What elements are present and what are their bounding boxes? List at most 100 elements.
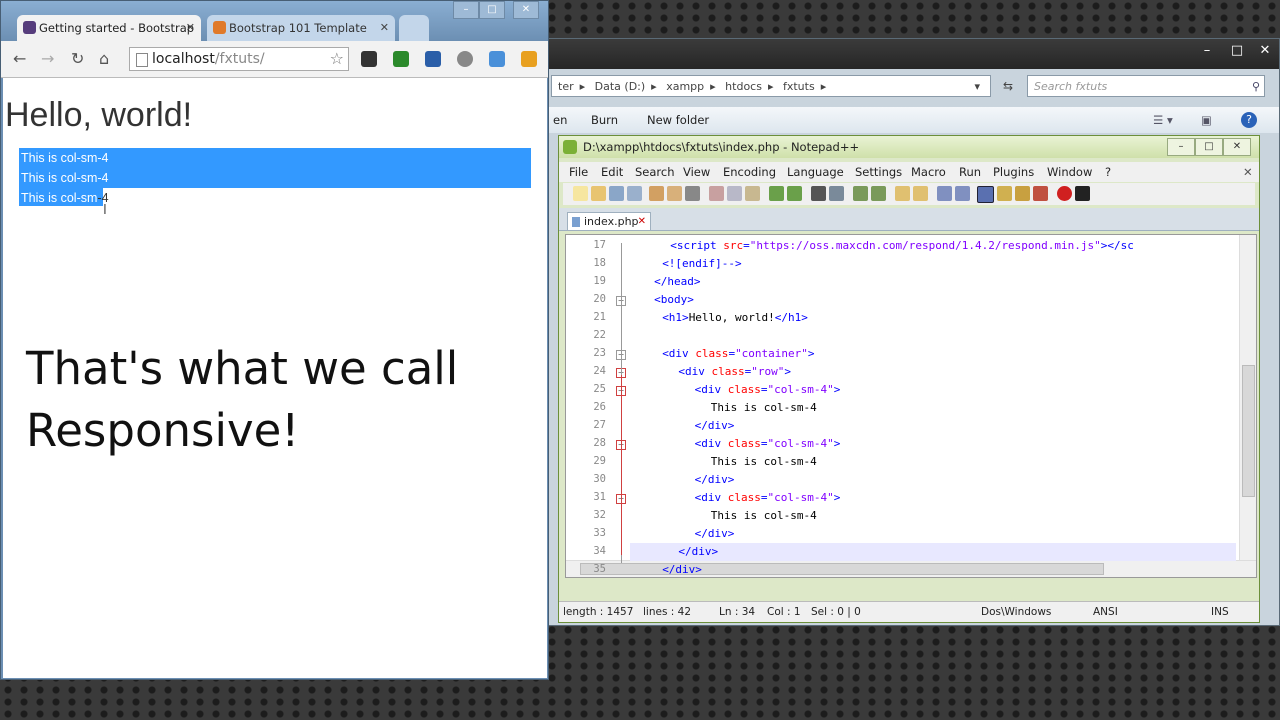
code-line: </div> <box>694 527 735 540</box>
command-item[interactable]: en <box>553 107 567 133</box>
notepadpp-icon <box>563 140 577 154</box>
toolbar <box>563 183 1255 205</box>
explorer-search-input[interactable]: Search fxtuts ⚲ <box>1027 75 1265 97</box>
new-file-icon[interactable] <box>573 186 588 201</box>
udl-icon[interactable] <box>997 186 1012 201</box>
preview-pane-icon[interactable]: ▣ <box>1201 107 1212 133</box>
refresh-icon[interactable]: ⇆ <box>997 75 1019 97</box>
vertical-scrollbar[interactable] <box>1239 235 1256 561</box>
star-icon[interactable]: ☆ <box>330 48 344 70</box>
maximize-icon[interactable]: □ <box>479 1 505 19</box>
menu-language[interactable]: Language <box>787 162 844 182</box>
tab-title: Bootstrap 101 Template <box>229 21 367 35</box>
replace-icon[interactable] <box>829 186 844 201</box>
extension-icon[interactable] <box>457 51 473 67</box>
open-file-icon[interactable] <box>591 186 606 201</box>
copy-icon[interactable] <box>727 186 742 201</box>
close-file-icon[interactable] <box>649 186 664 201</box>
menu-icon[interactable] <box>521 51 537 67</box>
save-all-icon[interactable] <box>627 186 642 201</box>
close-icon[interactable]: ✕ <box>1251 42 1279 60</box>
menu-window[interactable]: Window <box>1047 162 1092 182</box>
forward-icon[interactable]: → <box>41 49 54 68</box>
tab-getting-started[interactable]: Getting started - Bootstrap ✕ <box>17 15 201 41</box>
function-list-icon[interactable] <box>1033 186 1048 201</box>
line-number: 19 <box>593 275 606 287</box>
paste-icon[interactable] <box>745 186 760 201</box>
breadcrumb-item[interactable]: fxtuts <box>783 80 815 93</box>
word-wrap-icon[interactable] <box>937 186 952 201</box>
extension-icon[interactable] <box>361 51 377 67</box>
explorer-titlebar[interactable]: – □ ✕ <box>541 39 1279 69</box>
extension-icon[interactable] <box>393 51 409 67</box>
close-icon[interactable]: ✕ <box>1223 138 1251 156</box>
help-icon[interactable]: ? <box>1241 112 1257 128</box>
menu-edit[interactable]: Edit <box>601 162 623 182</box>
new-tab-button[interactable] <box>399 15 429 41</box>
minimize-icon[interactable]: – <box>453 1 479 19</box>
menu-macro[interactable]: Macro <box>911 162 946 182</box>
minimize-icon[interactable]: – <box>1167 138 1195 156</box>
download-icon[interactable] <box>425 51 441 67</box>
close-tab-icon[interactable]: ✕ <box>186 15 195 41</box>
cut-icon[interactable] <box>709 186 724 201</box>
close-document-icon[interactable]: ✕ <box>1243 162 1253 182</box>
menu-encoding[interactable]: Encoding <box>723 162 776 182</box>
doc-map-icon[interactable] <box>1015 186 1030 201</box>
search-placeholder: Search fxtuts <box>1034 80 1108 93</box>
tab-bootstrap-template[interactable]: Bootstrap 101 Template ✕ <box>207 15 395 41</box>
minimize-icon[interactable]: – <box>1193 42 1221 60</box>
print-icon[interactable] <box>685 186 700 201</box>
burn-button[interactable]: Burn <box>591 107 618 133</box>
show-all-icon[interactable] <box>955 186 970 201</box>
home-icon[interactable]: ⌂ <box>99 49 109 68</box>
back-icon[interactable]: ← <box>13 49 26 68</box>
file-icon <box>572 217 580 227</box>
extension-icon[interactable] <box>489 51 505 67</box>
close-icon[interactable]: ✕ <box>513 1 539 19</box>
undo-icon[interactable] <box>769 186 784 201</box>
tab-index-php[interactable]: index.php ✕ <box>567 212 651 230</box>
reload-icon[interactable]: ↻ <box>71 49 84 68</box>
menu-run[interactable]: Run <box>959 162 981 182</box>
breadcrumb-item[interactable]: Data (D:) <box>595 80 646 93</box>
save-icon[interactable] <box>609 186 624 201</box>
close-all-icon[interactable] <box>667 186 682 201</box>
menu-settings[interactable]: Settings <box>855 162 902 182</box>
search-icon[interactable]: ⚲ <box>1252 76 1260 98</box>
zoom-in-icon[interactable] <box>853 186 868 201</box>
menu-help[interactable]: ? <box>1105 162 1111 182</box>
notepadpp-titlebar[interactable]: D:\xampp\htdocs\fxtuts\index.php - Notep… <box>559 136 1259 158</box>
breadcrumb-item[interactable]: xampp <box>666 80 704 93</box>
sync-h-icon[interactable] <box>913 186 928 201</box>
notepadpp-window: D:\xampp\htdocs\fxtuts\index.php - Notep… <box>558 135 1260 623</box>
sync-v-icon[interactable] <box>895 186 910 201</box>
close-tab-icon[interactable]: ✕ <box>380 15 389 41</box>
menu-search[interactable]: Search <box>635 162 675 182</box>
explorer-address-bar[interactable]: ter ▸ Data (D:) ▸ xampp ▸ htdocs ▸ fxtuts ▸ ▾ <box>551 75 991 97</box>
stop-macro-icon[interactable] <box>1075 186 1090 201</box>
record-macro-icon[interactable] <box>1057 186 1072 201</box>
chevron-down-icon[interactable]: ▾ <box>974 76 980 98</box>
find-icon[interactable] <box>811 186 826 201</box>
breadcrumb-item[interactable]: ter <box>558 80 574 93</box>
menu-file[interactable]: File <box>569 162 588 182</box>
view-icon[interactable]: ☰ ▾ <box>1153 107 1173 133</box>
menu-view[interactable]: View <box>683 162 710 182</box>
redo-icon[interactable] <box>787 186 802 201</box>
tab-label: index.php <box>584 215 639 228</box>
menu-plugins[interactable]: Plugins <box>993 162 1034 182</box>
line-number: 33 <box>593 527 606 539</box>
column-text: This is col-sm-4 <box>21 171 109 185</box>
indent-guide-icon[interactable] <box>977 186 994 203</box>
maximize-icon[interactable]: □ <box>1223 42 1251 60</box>
breadcrumb-item[interactable]: htdocs <box>725 80 762 93</box>
address-bar[interactable]: localhost/fxtuts/ ☆ <box>129 47 349 71</box>
new-folder-button[interactable]: New folder <box>647 107 709 133</box>
line-number: 23 <box>593 347 606 359</box>
zoom-out-icon[interactable] <box>871 186 886 201</box>
maximize-icon[interactable]: □ <box>1195 138 1223 156</box>
close-tab-icon[interactable]: ✕ <box>638 213 646 231</box>
url-path: /fxtuts/ <box>214 51 265 67</box>
code-editor[interactable]: 17 <script src="https://oss.maxcdn.com/re… <box>565 234 1257 578</box>
